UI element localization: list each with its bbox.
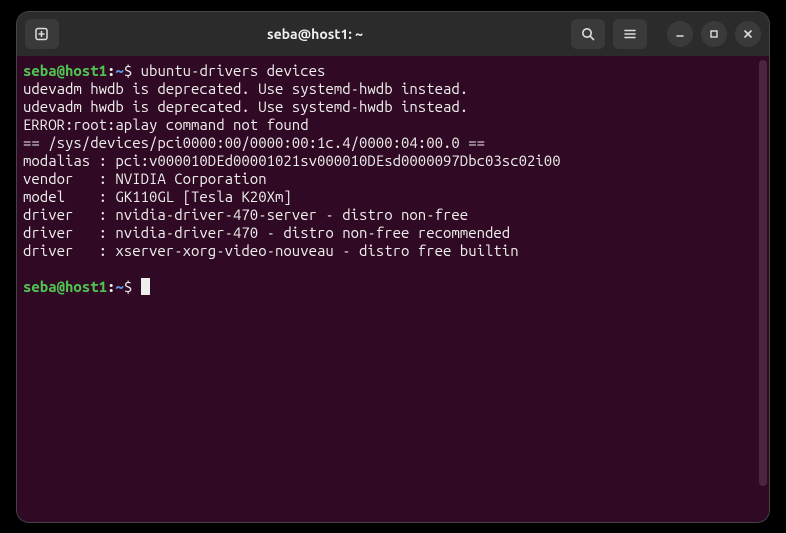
scrollbar[interactable] [759,60,767,486]
terminal-content: seba@host1:~$ ubuntu-drivers devices ude… [23,62,763,296]
output-line: vendor : NVIDIA Corporation [23,170,267,187]
new-tab-icon [34,26,50,42]
prompt-symbol: $ [124,62,132,79]
output-line: udevadm hwdb is deprecated. Use systemd-… [23,80,468,97]
output-line: driver : nvidia-driver-470 - distro non-… [23,224,510,241]
output-line: udevadm hwdb is deprecated. Use systemd-… [23,98,468,115]
prompt-symbol: $ [124,278,132,295]
output-line: == /sys/devices/pci0000:00/0000:00:1c.4/… [23,134,485,151]
search-icon [580,26,596,42]
prompt-path: ~ [115,62,123,79]
terminal-body[interactable]: seba@host1:~$ ubuntu-drivers devices ude… [17,56,769,522]
search-button[interactable] [571,19,605,49]
close-icon [742,28,754,40]
command-text: ubuntu-drivers devices [141,62,326,79]
close-button[interactable] [735,21,761,47]
prompt-path: ~ [115,278,123,295]
minimize-icon [674,28,686,40]
output-line: modalias : pci:v000010DEd00001021sv00001… [23,152,561,169]
titlebar: seba@host1: ~ [17,12,769,56]
output-line: model : GK110GL [Tesla K20Xm] [23,188,292,205]
new-tab-button[interactable] [25,19,59,49]
output-line: driver : xserver-xorg-video-nouveau - di… [23,242,519,259]
window-title: seba@host1: ~ [65,26,565,42]
menu-button[interactable] [613,19,647,49]
terminal-window: seba@host1: ~ [17,12,769,522]
maximize-icon [708,28,720,40]
output-line: driver : nvidia-driver-470-server - dist… [23,206,468,223]
maximize-button[interactable] [701,21,727,47]
prompt-user: seba@host1 [23,62,107,79]
hamburger-icon [622,26,638,42]
output-line: ERROR:root:aplay command not found [23,116,309,133]
minimize-button[interactable] [667,21,693,47]
cursor [141,278,150,295]
prompt-user: seba@host1 [23,278,107,295]
